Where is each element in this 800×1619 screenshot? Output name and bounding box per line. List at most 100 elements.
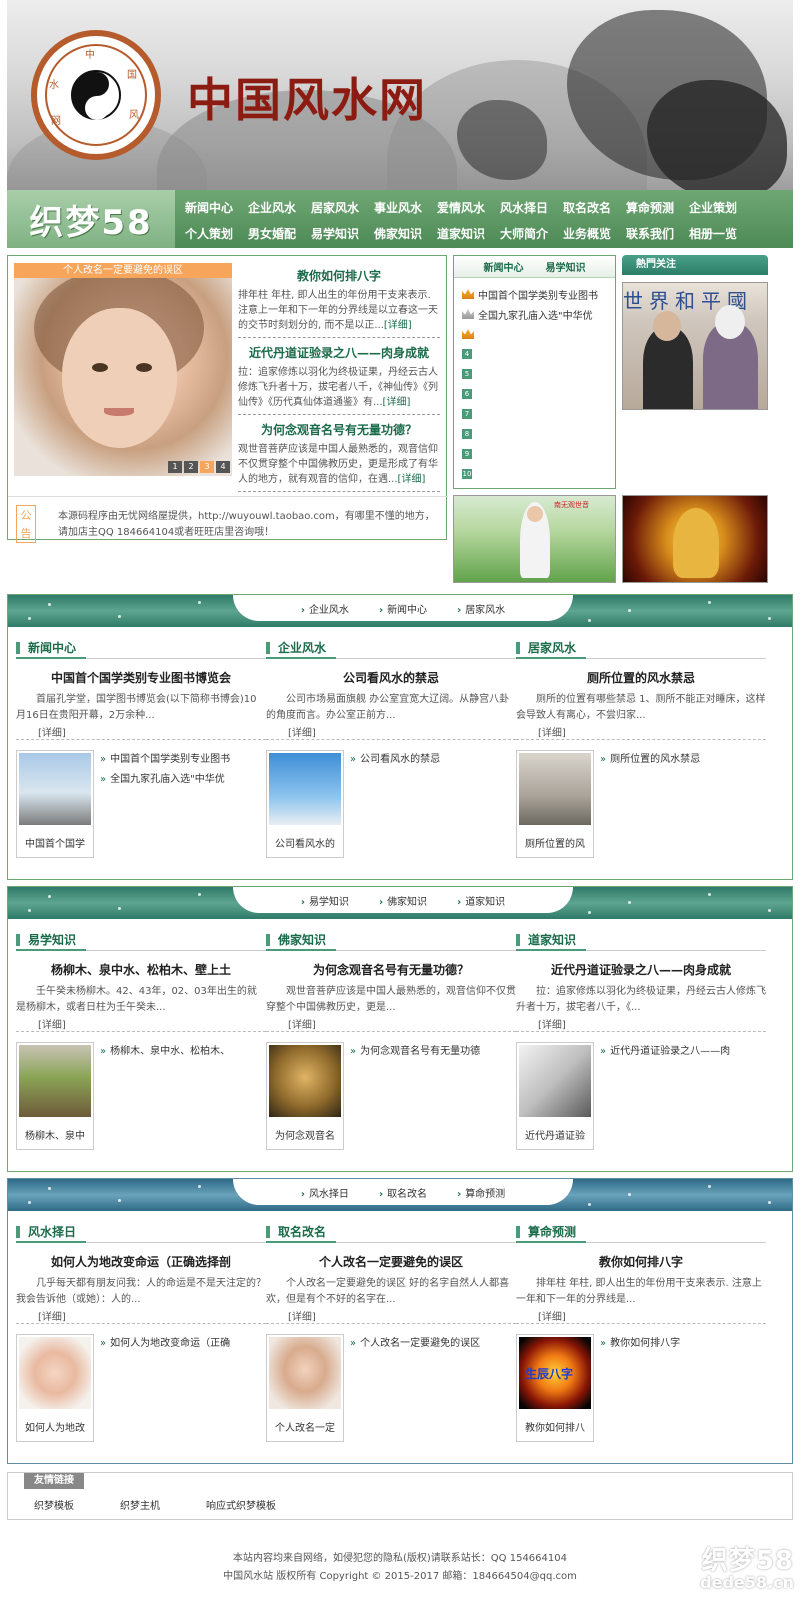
section-tab[interactable]: 易学知识 bbox=[301, 893, 349, 908]
nav-link[interactable]: 企业风水 bbox=[248, 199, 311, 216]
site-logo-seal[interactable]: 中 国 风 水 网 bbox=[31, 30, 161, 160]
list-item[interactable]: 中国首个国学类别专业图书 bbox=[462, 284, 609, 304]
nav-link[interactable]: 大师简介 bbox=[500, 225, 563, 242]
more-link[interactable]: [详细] bbox=[384, 320, 412, 331]
slide-caption[interactable]: 个人改名一定要避免的误区 bbox=[14, 263, 232, 278]
nav-link[interactable]: 取名改名 bbox=[563, 199, 626, 216]
slide-dot[interactable]: 4 bbox=[216, 461, 230, 473]
headline-title[interactable]: 近代丹道证验录之八——肉身成就 bbox=[238, 344, 440, 361]
nav-link[interactable]: 爱情风水 bbox=[437, 199, 500, 216]
section-tab[interactable]: 取名改名 bbox=[379, 1185, 427, 1200]
slide-dot[interactable]: 2 bbox=[184, 461, 198, 473]
list-item[interactable]: 5 bbox=[462, 364, 609, 384]
guanyin-image[interactable]: 南无观世音 bbox=[453, 495, 616, 583]
section-tab[interactable]: 道家知识 bbox=[457, 893, 505, 908]
column-headline[interactable]: 个人改名一定要避免的误区 bbox=[266, 1253, 516, 1270]
nav-link[interactable]: 相册一览 bbox=[689, 225, 752, 242]
list-item[interactable]: 个人改名一定要避免的误区 bbox=[350, 1334, 504, 1354]
thumb-card[interactable]: 个人改名一定 bbox=[266, 1334, 344, 1442]
slide-image[interactable] bbox=[14, 278, 232, 476]
list-item[interactable]: 厕所位置的风水禁忌 bbox=[600, 750, 754, 770]
thumb-card[interactable]: 如何人为地改 bbox=[16, 1334, 94, 1442]
list-item[interactable]: 教你如何排八字 bbox=[600, 1334, 754, 1354]
list-item[interactable]: 如何人为地改变命运（正确 bbox=[100, 1334, 254, 1354]
nav-link[interactable]: 佛家知识 bbox=[374, 225, 437, 242]
nav-link[interactable]: 联系我们 bbox=[626, 225, 689, 242]
more-link[interactable]: [详细] bbox=[16, 1308, 266, 1324]
column-headline[interactable]: 杨柳木、泉中水、松柏木、壁上土 bbox=[16, 961, 266, 978]
hot-image[interactable]: 世界和平國 bbox=[622, 282, 768, 410]
thumb-card[interactable]: 生辰八字 教你如何排八 bbox=[516, 1334, 594, 1442]
more-link[interactable]: [详细] bbox=[383, 397, 411, 408]
slide-dot-active[interactable]: 3 bbox=[200, 461, 214, 473]
list-item[interactable]: 近代丹道证验录之八——肉 bbox=[600, 1042, 754, 1062]
nav-link[interactable]: 道家知识 bbox=[437, 225, 500, 242]
thumb-card[interactable]: 厕所位置的风 bbox=[516, 750, 594, 858]
thumb-card[interactable]: 为何念观音名 bbox=[266, 1042, 344, 1150]
column-heading[interactable]: 新闻中心 bbox=[16, 639, 266, 659]
list-item[interactable] bbox=[462, 324, 609, 344]
column-heading[interactable]: 易学知识 bbox=[16, 931, 266, 951]
nav-link[interactable]: 易学知识 bbox=[311, 225, 374, 242]
list-item[interactable]: 全国九家孔庙入选"中华优 bbox=[100, 770, 254, 790]
section-tab[interactable]: 风水择日 bbox=[301, 1185, 349, 1200]
tab-news[interactable]: 新闻中心 bbox=[484, 259, 524, 274]
more-link[interactable]: [详细] bbox=[266, 724, 516, 740]
nav-link[interactable]: 业务概览 bbox=[563, 225, 626, 242]
thumb-card[interactable]: 中国首个国学 bbox=[16, 750, 94, 858]
column-heading[interactable]: 佛家知识 bbox=[266, 931, 516, 951]
friend-link[interactable]: 织梦模板 bbox=[34, 1497, 74, 1512]
nav-link[interactable]: 算命预测 bbox=[626, 199, 689, 216]
slide-dot[interactable]: 1 bbox=[168, 461, 182, 473]
column-heading[interactable]: 居家风水 bbox=[516, 639, 766, 659]
nav-logo[interactable]: 织梦58 bbox=[7, 190, 175, 248]
list-item[interactable]: 6 bbox=[462, 384, 609, 404]
nav-link[interactable]: 风水择日 bbox=[500, 199, 563, 216]
nav-link[interactable]: 男女婚配 bbox=[248, 225, 311, 242]
more-link[interactable]: [详细] bbox=[16, 724, 266, 740]
column-heading[interactable]: 企业风水 bbox=[266, 639, 516, 659]
list-item[interactable]: 9 bbox=[462, 444, 609, 464]
list-item[interactable]: 全国九家孔庙入选"中华优 bbox=[462, 304, 609, 324]
list-item[interactable]: 4 bbox=[462, 344, 609, 364]
column-heading[interactable]: 道家知识 bbox=[516, 931, 766, 951]
more-link[interactable]: [详细] bbox=[398, 474, 426, 485]
column-heading[interactable]: 风水择日 bbox=[16, 1223, 266, 1243]
column-headline[interactable]: 如何人为地改变命运（正确选择剖 bbox=[16, 1253, 266, 1270]
nav-link[interactable]: 企业策划 bbox=[689, 199, 752, 216]
more-link[interactable]: [详细] bbox=[516, 724, 766, 740]
column-heading[interactable]: 取名改名 bbox=[266, 1223, 516, 1243]
column-heading[interactable]: 算命预测 bbox=[516, 1223, 766, 1243]
list-item[interactable]: 为何念观音名号有无量功德 bbox=[350, 1042, 504, 1062]
list-item[interactable]: 7 bbox=[462, 404, 609, 424]
column-headline[interactable]: 公司看风水的禁忌 bbox=[266, 669, 516, 686]
section-tab[interactable]: 新闻中心 bbox=[379, 601, 427, 616]
thumb-card[interactable]: 杨柳木、泉中 bbox=[16, 1042, 94, 1150]
nav-link[interactable]: 事业风水 bbox=[374, 199, 437, 216]
section-tab[interactable]: 企业风水 bbox=[301, 601, 349, 616]
list-item[interactable]: 10 bbox=[462, 464, 609, 484]
thumb-card[interactable]: 公司看风水的 bbox=[266, 750, 344, 858]
nav-link[interactable]: 居家风水 bbox=[311, 199, 374, 216]
thumb-card[interactable]: 近代丹道证验 bbox=[516, 1042, 594, 1150]
friend-link[interactable]: 响应式织梦模板 bbox=[206, 1497, 276, 1512]
nav-link[interactable]: 个人策划 bbox=[185, 225, 248, 242]
friend-link[interactable]: 织梦主机 bbox=[120, 1497, 160, 1512]
list-item[interactable]: 中国首个国学类别专业图书 bbox=[100, 750, 254, 770]
tab-yixue[interactable]: 易学知识 bbox=[546, 259, 586, 274]
more-link[interactable]: [详细] bbox=[516, 1308, 766, 1324]
column-headline[interactable]: 中国首个国学类别专业图书博览会 bbox=[16, 669, 266, 686]
column-headline[interactable]: 教你如何排八字 bbox=[516, 1253, 766, 1270]
more-link[interactable]: [详细] bbox=[266, 1308, 516, 1324]
list-item[interactable]: 公司看风水的禁忌 bbox=[350, 750, 504, 770]
more-link[interactable]: [详细] bbox=[516, 1016, 766, 1032]
column-headline[interactable]: 近代丹道证验录之八——肉身成就 bbox=[516, 961, 766, 978]
section-tab[interactable]: 居家风水 bbox=[457, 601, 505, 616]
section-tab[interactable]: 佛家知识 bbox=[379, 893, 427, 908]
column-headline[interactable]: 为何念观音名号有无量功德？ bbox=[266, 961, 516, 978]
column-headline[interactable]: 厕所位置的风水禁忌 bbox=[516, 669, 766, 686]
more-link[interactable]: [详细] bbox=[266, 1016, 516, 1032]
headline-title[interactable]: 教你如何排八字 bbox=[238, 267, 440, 284]
buddha-image[interactable] bbox=[622, 495, 768, 583]
section-tab[interactable]: 算命预测 bbox=[457, 1185, 505, 1200]
